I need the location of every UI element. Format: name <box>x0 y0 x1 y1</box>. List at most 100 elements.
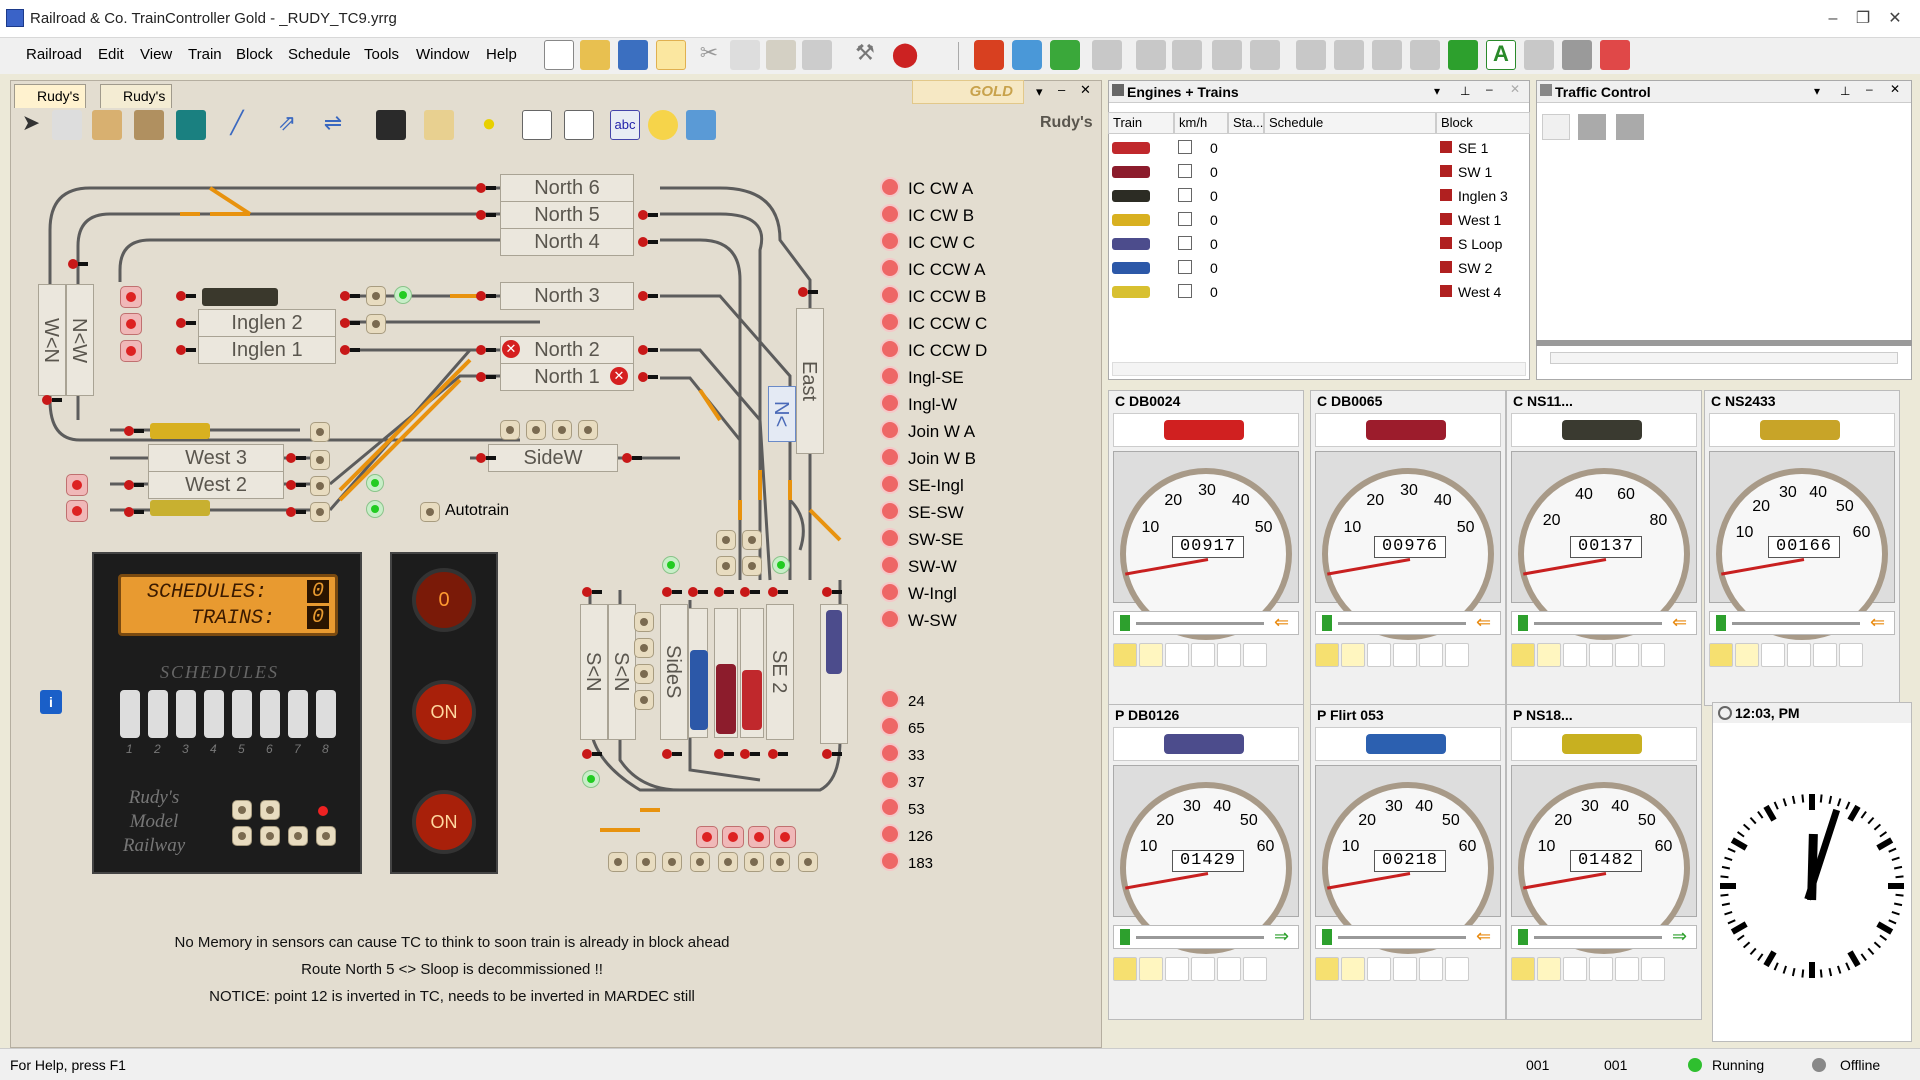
route-se-sw[interactable]: SE-SW <box>880 501 964 523</box>
signal-icon[interactable] <box>636 342 660 358</box>
signal-bars-icon[interactable] <box>1217 643 1241 667</box>
push-button[interactable] <box>742 530 762 550</box>
train-checkbox[interactable] <box>1178 164 1192 178</box>
signal-icon[interactable] <box>636 369 660 385</box>
direction-arrow-icon[interactable]: ⇒ <box>1672 926 1687 947</box>
block-se2[interactable]: SE 2 <box>766 604 794 740</box>
table-row[interactable]: 0 SW 1 <box>1108 160 1530 184</box>
push-button[interactable] <box>552 420 572 440</box>
col-block[interactable]: Block <box>1436 112 1530 134</box>
train-sw2[interactable] <box>690 650 708 730</box>
signal-bars-icon[interactable] <box>1615 643 1639 667</box>
traffic-scrollbar[interactable] <box>1550 352 1898 364</box>
light-icon[interactable] <box>1537 957 1561 981</box>
traffic-close-icon[interactable]: ✕ <box>1890 82 1900 96</box>
route-join-w-b[interactable]: Join W B <box>880 447 976 469</box>
panel-button[interactable] <box>232 826 252 846</box>
controller-loco-picker[interactable] <box>1315 413 1501 447</box>
signal-icon[interactable] <box>820 746 844 762</box>
push-button[interactable] <box>366 286 386 306</box>
push-button[interactable] <box>716 530 736 550</box>
signal-icon[interactable] <box>474 450 498 466</box>
push-button[interactable] <box>310 422 330 442</box>
signal-tool-icon[interactable] <box>1448 40 1478 70</box>
table-row[interactable]: 0 West 1 <box>1108 208 1530 232</box>
route-ic-cw-c[interactable]: IC CW C <box>880 231 975 253</box>
schedule-switch[interactable] <box>120 690 140 738</box>
signal-icon[interactable] <box>636 288 660 304</box>
signal-icon[interactable] <box>40 392 64 408</box>
table-row[interactable]: 0 Inglen 3 <box>1108 184 1530 208</box>
push-button[interactable] <box>662 852 682 872</box>
direction-arrow-icon[interactable]: ⇐ <box>1672 612 1687 633</box>
light-icon[interactable] <box>1537 643 1561 667</box>
schedule-switch[interactable] <box>288 690 308 738</box>
block-west3[interactable]: West 3 <box>148 444 284 472</box>
route-ingl-se[interactable]: Ingl-SE <box>880 366 964 388</box>
route-button[interactable] <box>66 500 88 522</box>
windows-icon[interactable] <box>1562 40 1592 70</box>
route-183[interactable]: 183 <box>880 851 933 873</box>
controller-loco-picker[interactable] <box>1511 413 1697 447</box>
speed-slider[interactable]: ⇐ <box>1315 925 1501 949</box>
block-tool-3-icon[interactable] <box>1212 40 1242 70</box>
speed-slider[interactable]: ⇐ <box>1113 611 1299 635</box>
gauge-icon[interactable] <box>1393 643 1417 667</box>
light-icon[interactable] <box>1139 957 1163 981</box>
engines-close-icon[interactable]: ✕ <box>1510 82 1520 96</box>
slider-thumb[interactable] <box>1322 929 1332 945</box>
controller-title[interactable]: C NS2433 <box>1705 391 1899 411</box>
direction-arrow-icon[interactable]: ⇒ <box>1274 926 1289 947</box>
push-button[interactable] <box>716 556 736 576</box>
signal-icon[interactable] <box>712 584 736 600</box>
function-button[interactable] <box>1641 643 1665 667</box>
signal-icon[interactable] <box>474 180 498 196</box>
signal-icon[interactable] <box>174 288 198 304</box>
push-button[interactable] <box>742 556 762 576</box>
signal-icon[interactable] <box>284 477 308 493</box>
signal-icon[interactable] <box>284 504 308 520</box>
panel-button[interactable] <box>260 826 280 846</box>
gauge-icon[interactable] <box>1393 957 1417 981</box>
block-inglen1[interactable]: Inglen 1 <box>198 336 336 364</box>
push-button[interactable] <box>366 314 386 334</box>
controller-title[interactable]: P Flirt 053 <box>1311 705 1505 725</box>
signal-icon[interactable] <box>474 342 498 358</box>
push-button[interactable] <box>634 664 654 684</box>
controller-loco-picker[interactable] <box>1113 727 1299 761</box>
speed-slider[interactable]: ⇐ <box>1315 611 1501 635</box>
signal-icon[interactable] <box>338 315 362 331</box>
train-sloop[interactable] <box>826 610 842 674</box>
signal-icon[interactable] <box>820 584 844 600</box>
route-sw-w[interactable]: SW-W <box>880 555 957 577</box>
push-button[interactable] <box>798 852 818 872</box>
function-button[interactable] <box>1511 957 1535 981</box>
direction-arrow-icon[interactable]: ⇐ <box>1476 926 1491 947</box>
controller-title[interactable]: P NS18... <box>1507 705 1701 725</box>
route-sw-se[interactable]: SW-SE <box>880 528 963 550</box>
push-button[interactable] <box>634 690 654 710</box>
route-button[interactable] <box>120 340 142 362</box>
signal-icon[interactable] <box>686 584 710 600</box>
slider-thumb[interactable] <box>1518 615 1528 631</box>
route-se-ingl[interactable]: SE-Ingl <box>880 474 964 496</box>
schedule-switch[interactable] <box>148 690 168 738</box>
signal-icon[interactable] <box>474 207 498 223</box>
push-button[interactable] <box>718 852 738 872</box>
function-button[interactable] <box>1445 643 1469 667</box>
route-33[interactable]: 33 <box>880 743 925 765</box>
push-button[interactable] <box>690 852 710 872</box>
function-button[interactable] <box>1563 643 1587 667</box>
route-126[interactable]: 126 <box>880 824 933 846</box>
function-button[interactable] <box>1641 957 1665 981</box>
gauge-icon[interactable] <box>1191 643 1215 667</box>
function-button[interactable] <box>1445 957 1469 981</box>
slider-thumb[interactable] <box>1120 929 1130 945</box>
signal-icon[interactable] <box>580 584 604 600</box>
route-37[interactable]: 37 <box>880 770 925 792</box>
block-wn2[interactable]: N<W <box>66 284 94 396</box>
slider-thumb[interactable] <box>1322 615 1332 631</box>
gauge-icon[interactable] <box>1787 643 1811 667</box>
block-tool-1-icon[interactable] <box>1136 40 1166 70</box>
push-button[interactable] <box>634 638 654 658</box>
